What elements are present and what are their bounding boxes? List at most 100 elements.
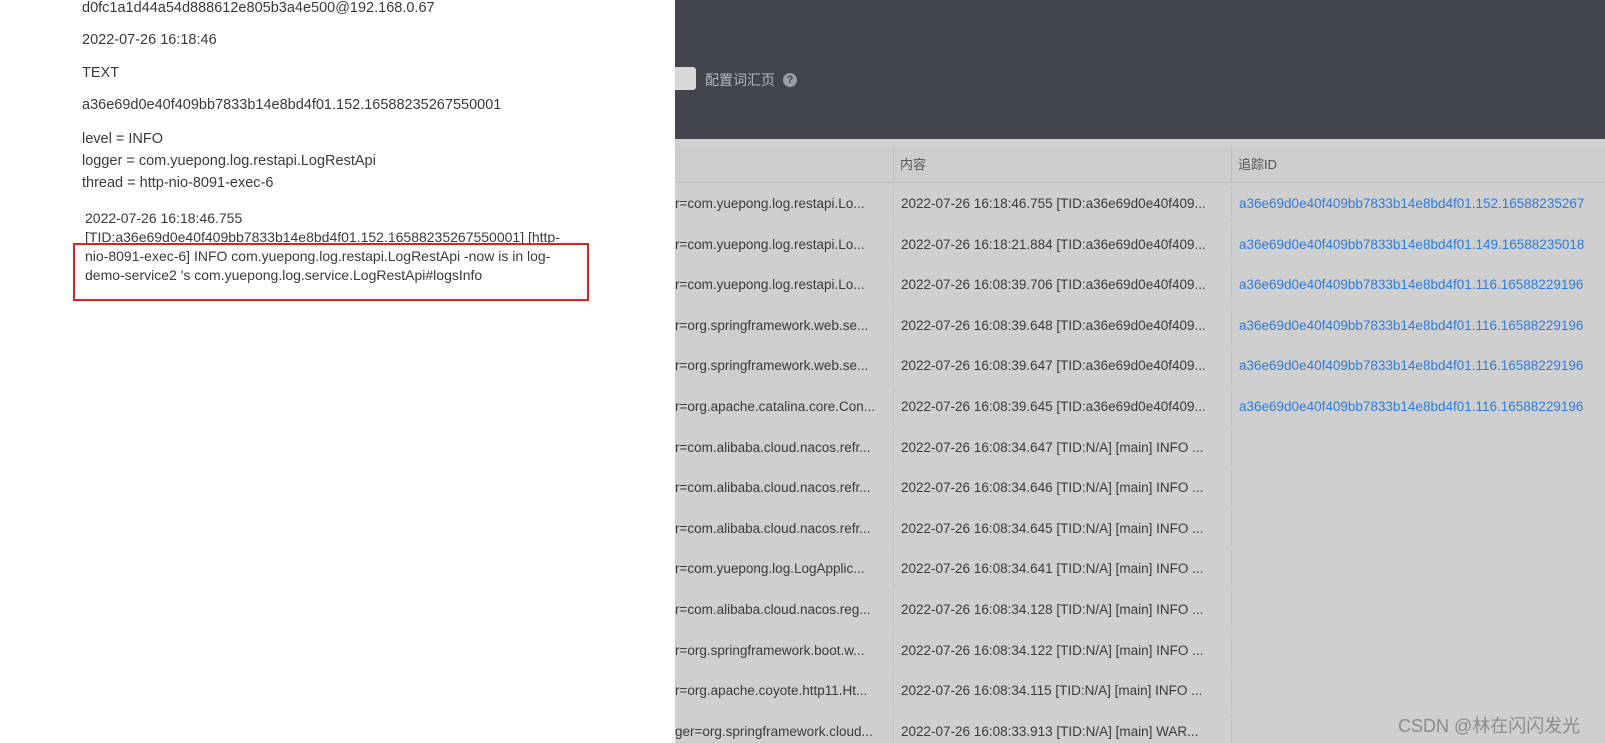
cell-divider xyxy=(1231,551,1232,588)
cell-divider xyxy=(1231,592,1232,628)
table-row[interactable]: r=com.yuepong.log.restapi.Lo... 2022-07-2… xyxy=(675,186,1605,222)
cell-logger: r=com.yuepong.log.restapi.Lo... xyxy=(675,236,865,252)
cell-divider xyxy=(893,673,894,710)
cell-logger: r=com.yuepong.log.restapi.Lo... xyxy=(675,196,865,211)
cell-logger: ger=org.springframework.cloud... xyxy=(675,723,873,739)
cell-logger: r=org.springframework.web.se... xyxy=(675,317,869,333)
header-content[interactable]: 内容 xyxy=(894,147,926,182)
cell-logger: r=com.alibaba.cloud.nacos.refr... xyxy=(675,480,871,496)
table-row[interactable]: r=com.yuepong.log.LogApplic... 2022-07-26… xyxy=(675,551,1605,588)
table-row[interactable]: r=org.springframework.web.se... 2022-07-2… xyxy=(675,307,1605,344)
cell-divider xyxy=(893,632,894,669)
cell-divider xyxy=(893,510,894,547)
header-trace-id[interactable]: 追踪ID xyxy=(1232,147,1277,182)
cell-divider xyxy=(1231,348,1232,385)
cell-content: 2022-07-26 16:08:34.646 [TID:N/A] [main]… xyxy=(901,480,1204,496)
help-icon[interactable]: ? xyxy=(783,73,797,87)
cell-content: 2022-07-26 16:18:46.755 [TID:a36e69d0e40… xyxy=(901,196,1206,211)
cell-divider xyxy=(1231,389,1232,425)
cell-content: 2022-07-26 16:18:21.884 [TID:a36e69d0e40… xyxy=(901,236,1206,252)
table-row[interactable]: r=com.yuepong.log.restapi.Lo... 2022-07-2… xyxy=(675,267,1605,304)
cell-trace-id-link xyxy=(1239,430,1605,466)
cell-divider xyxy=(893,389,894,425)
cell-content: 2022-07-26 16:08:34.128 [TID:N/A] [main]… xyxy=(901,602,1204,617)
log-detail-panel: d0fc1a1d44a54d888612e805b3a4e500@192.168… xyxy=(0,0,675,743)
cell-divider xyxy=(893,307,894,344)
log-table-app: 配置词汇页 ? 内容 追踪ID r=com.yuepong.log.restap… xyxy=(675,0,1605,743)
cell-content: 2022-07-26 16:08:34.647 [TID:N/A] [main]… xyxy=(901,439,1204,455)
cell-content: 2022-07-26 16:08:34.115 [TID:N/A] [main]… xyxy=(901,683,1203,699)
cell-content: 2022-07-26 16:08:34.645 [TID:N/A] [main]… xyxy=(901,520,1204,536)
cell-trace-id-link xyxy=(1239,511,1605,547)
cell-divider xyxy=(1231,429,1232,466)
cell-logger: r=com.yuepong.log.restapi.Lo... xyxy=(675,277,865,293)
table-row[interactable]: r=com.alibaba.cloud.nacos.refr... 2022-07… xyxy=(675,510,1605,547)
detail-host: d0fc1a1d44a54d888612e805b3a4e500@192.168… xyxy=(82,0,435,16)
message-line: 2022-07-26 16:18:46.755 xyxy=(85,210,243,226)
vocab-config-link[interactable]: 配置词汇页 xyxy=(705,70,775,90)
cell-content: 2022-07-26 16:08:34.641 [TID:N/A] [main]… xyxy=(901,561,1204,577)
cell-divider xyxy=(1231,673,1232,710)
cell-content: 2022-07-26 16:08:34.122 [TID:N/A] [main]… xyxy=(901,642,1204,658)
table-header: 内容 追踪ID xyxy=(675,147,1605,183)
cell-divider xyxy=(893,226,894,263)
detail-logger: logger = com.yuepong.log.restapi.LogRest… xyxy=(82,153,376,169)
cell-trace-id-link[interactable]: a36e69d0e40f409bb7833b14e8bd4f01.152.165… xyxy=(1239,186,1605,222)
table-row[interactable]: r=com.alibaba.cloud.nacos.refr... 2022-07… xyxy=(675,429,1605,466)
cell-logger: r=com.yuepong.log.LogApplic... xyxy=(675,561,865,577)
cell-trace-id-link[interactable]: a36e69d0e40f409bb7833b14e8bd4f01.116.165… xyxy=(1239,308,1605,344)
table-row[interactable]: r=org.apache.coyote.http11.Ht... 2022-07-… xyxy=(675,673,1605,710)
detail-time: 2022-07-26 16:18:46 xyxy=(82,32,217,48)
detail-type: TEXT xyxy=(82,65,120,81)
cell-content: 2022-07-26 16:08:39.706 [TID:a36e69d0e40… xyxy=(901,277,1206,293)
cell-logger: r=com.alibaba.cloud.nacos.refr... xyxy=(675,439,871,455)
cell-divider xyxy=(1231,307,1232,344)
cell-divider xyxy=(893,348,894,385)
cell-divider xyxy=(1231,186,1232,222)
cell-divider xyxy=(1231,713,1232,743)
cell-divider xyxy=(1231,510,1232,547)
cell-content: 2022-07-26 16:08:33.913 [TID:N/A] [main]… xyxy=(901,723,1199,739)
cell-trace-id-link[interactable]: a36e69d0e40f409bb7833b14e8bd4f01.116.165… xyxy=(1239,348,1605,384)
table-row[interactable]: r=org.springframework.web.se... 2022-07-2… xyxy=(675,348,1605,385)
watermark: CSDN @林在闪闪发光 xyxy=(1398,716,1581,736)
cell-divider xyxy=(1231,470,1232,507)
cell-divider xyxy=(893,592,894,628)
cell-divider xyxy=(893,713,894,743)
cell-trace-id-link xyxy=(1239,673,1605,709)
cell-divider xyxy=(1231,267,1232,304)
cell-logger: r=org.apache.coyote.http11.Ht... xyxy=(675,683,868,699)
table-row[interactable]: r=com.alibaba.cloud.nacos.refr... 2022-07… xyxy=(675,470,1605,507)
cell-logger: r=org.springframework.boot.w... xyxy=(675,642,865,658)
cell-divider xyxy=(893,267,894,304)
cell-trace-id-link[interactable]: a36e69d0e40f409bb7833b14e8bd4f01.116.165… xyxy=(1239,267,1605,303)
cell-divider xyxy=(1231,632,1232,669)
cell-trace-id-link xyxy=(1239,633,1605,669)
cell-content: 2022-07-26 16:08:39.645 [TID:a36e69d0e40… xyxy=(901,399,1206,414)
cell-content: 2022-07-26 16:08:39.647 [TID:a36e69d0e40… xyxy=(901,358,1206,374)
vocab-input[interactable] xyxy=(675,67,696,90)
cell-trace-id-link xyxy=(1239,551,1605,587)
cell-logger: r=com.alibaba.cloud.nacos.refr... xyxy=(675,520,871,536)
table-row[interactable]: r=org.apache.catalina.core.Con... 2022-07… xyxy=(675,389,1605,425)
cell-logger: r=org.springframework.web.se... xyxy=(675,358,869,374)
detail-trace-id: a36e69d0e40f409bb7833b14e8bd4f01.152.165… xyxy=(82,97,502,113)
cell-trace-id-link xyxy=(1239,592,1605,628)
detail-thread: thread = http-nio-8091-exec-6 xyxy=(82,175,274,191)
detail-level: level = INFO xyxy=(82,131,163,147)
cell-content: 2022-07-26 16:08:39.648 [TID:a36e69d0e40… xyxy=(901,317,1206,333)
table-row[interactable]: r=org.springframework.boot.w... 2022-07-2… xyxy=(675,632,1605,669)
highlight-annotation-box xyxy=(73,243,589,301)
cell-trace-id-link[interactable]: a36e69d0e40f409bb7833b14e8bd4f01.149.165… xyxy=(1239,227,1605,263)
cell-logger: r=com.alibaba.cloud.nacos.reg... xyxy=(675,602,871,617)
cell-divider xyxy=(893,551,894,588)
cell-divider xyxy=(893,186,894,222)
cell-divider xyxy=(1231,226,1232,263)
cell-logger: r=org.apache.catalina.core.Con... xyxy=(675,399,875,414)
cell-divider xyxy=(893,429,894,466)
cell-divider xyxy=(893,470,894,507)
table-row[interactable]: r=com.yuepong.log.restapi.Lo... 2022-07-2… xyxy=(675,226,1605,263)
cell-trace-id-link xyxy=(1239,470,1605,506)
table-row[interactable]: r=com.alibaba.cloud.nacos.reg... 2022-07-… xyxy=(675,592,1605,628)
cell-trace-id-link[interactable]: a36e69d0e40f409bb7833b14e8bd4f01.116.165… xyxy=(1239,389,1605,425)
